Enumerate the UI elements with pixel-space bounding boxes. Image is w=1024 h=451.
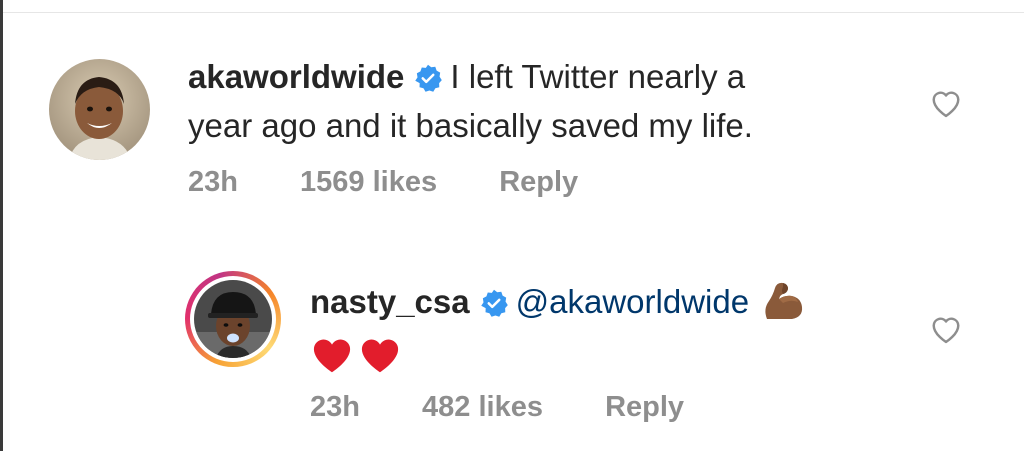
screen-edge [0,0,3,451]
red-heart-emoji-icon [313,339,351,373]
comment-1-text-line1: I left Twitter nearly a [450,58,746,95]
comment-2-likes[interactable]: 482 likes [422,391,543,424]
comment-1-time: 23h [188,166,238,198]
flexed-biceps-emoji-icon [761,279,805,332]
avatar-nasty-csa[interactable] [194,280,272,358]
avatar-akaworldwide[interactable] [49,59,150,160]
comment-1-reply-button[interactable]: Reply [499,166,578,199]
like-heart-icon[interactable] [929,88,963,123]
red-heart-emoji-icon [361,339,399,373]
verified-badge-icon [480,283,508,328]
verified-badge-icon [414,58,443,103]
comment-1-likes[interactable]: 1569 likes [300,166,437,199]
username-akaworldwide[interactable]: akaworldwide [188,58,404,95]
comment-2-hearts [310,332,805,381]
mention-akaworldwide[interactable]: @akaworldwide [516,283,749,320]
comment-1-line1: akaworldwide I left Twitter nearly a [188,54,753,103]
like-heart-icon[interactable] [929,314,963,349]
comment-2-reply-button[interactable]: Reply [605,391,684,424]
comment-1-meta: 23h 1569 likes Reply [188,166,578,199]
comment-1-body: akaworldwide I left Twitter nearly a year… [188,54,753,148]
top-divider [0,0,1024,13]
comment-2-body: nasty_csa @akaworldwide [310,279,805,381]
comment-2-time: 23h [310,391,360,423]
comment-1-text-line2: year ago and it basically saved my life. [188,107,753,144]
username-nasty-csa[interactable]: nasty_csa [310,283,470,320]
comment-2-line1: nasty_csa @akaworldwide [310,279,805,332]
comment-2-meta: 23h 482 likes Reply [310,391,684,424]
